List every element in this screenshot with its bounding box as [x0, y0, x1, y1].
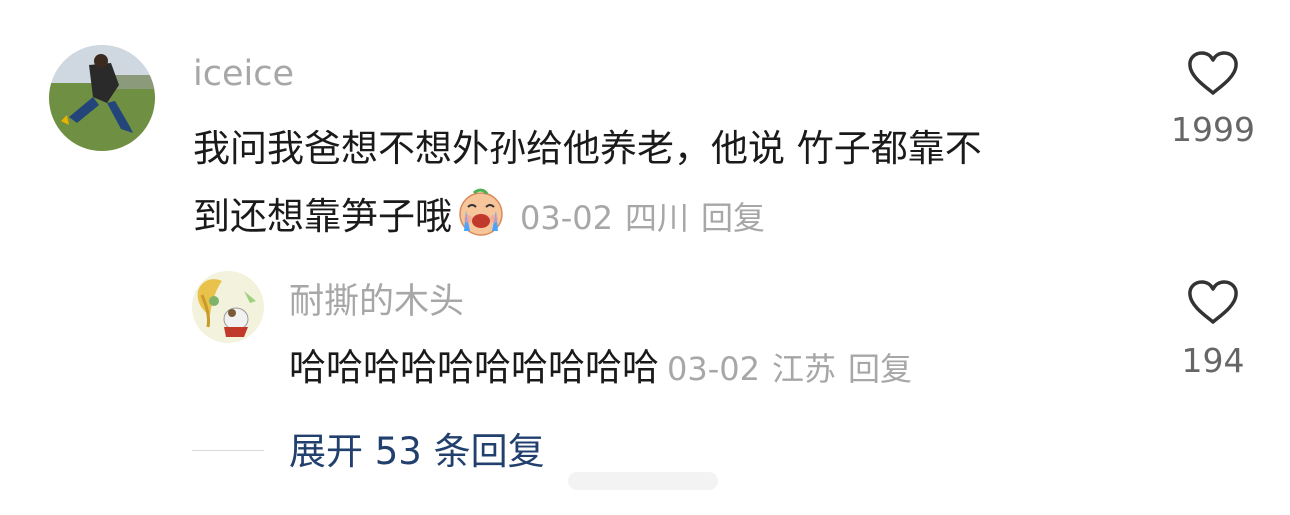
reply-meta: 03-02 江苏 回复: [667, 350, 912, 388]
crying-laughing-emoji-icon: [454, 185, 508, 239]
reply-like-count: 194: [1181, 341, 1245, 380]
comment-text-line2: 到还想靠笋子哦: [193, 195, 452, 238]
heart-outline-icon[interactable]: [1187, 279, 1239, 325]
reply-reply-button[interactable]: 回复: [848, 350, 912, 388]
like-count: 1999: [1171, 110, 1255, 149]
reply-avatar[interactable]: [192, 271, 264, 343]
expand-replies-button[interactable]: 展开 53 条回复: [289, 427, 545, 477]
like-button[interactable]: 1999: [1168, 50, 1258, 149]
reply-button[interactable]: 回复: [701, 199, 765, 237]
divider: [192, 450, 264, 451]
comment-text-line1: 我问我爸想不想外孙给他养老，他说 竹子都靠不: [193, 127, 982, 170]
reply-location: 江苏: [771, 350, 836, 388]
comment-text: 我问我爸想不想外孙给他养老，他说 竹子都靠不 到还想靠笋子哦 03-02 四川 回复: [193, 115, 1153, 252]
comment-username[interactable]: iceice: [193, 52, 294, 96]
reply-text-content: 哈哈哈哈哈哈哈哈哈哈: [289, 346, 659, 389]
comment-date: 03-02: [520, 199, 613, 237]
avatar[interactable]: [49, 45, 155, 151]
reply-date: 03-02: [667, 350, 760, 388]
heart-outline-icon[interactable]: [1187, 50, 1239, 96]
reply-username[interactable]: 耐撕的木头: [289, 280, 464, 324]
reply-like-button[interactable]: 194: [1168, 279, 1258, 380]
comment-meta: 03-02 四川 回复: [520, 199, 765, 237]
reply-text: 哈哈哈哈哈哈哈哈哈哈 03-02 江苏 回复: [289, 340, 912, 397]
comment-location: 四川: [624, 199, 689, 237]
watermark: [568, 466, 718, 496]
